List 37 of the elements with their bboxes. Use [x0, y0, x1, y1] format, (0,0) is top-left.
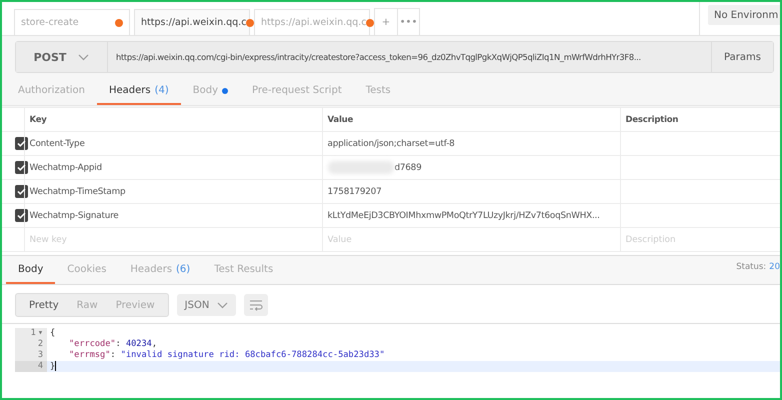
line-number: 3 [38, 350, 43, 361]
checkbox[interactable] [15, 209, 28, 222]
column-header: Value [322, 108, 620, 132]
fold-toggle[interactable]: ▾ [38, 328, 43, 339]
line-number: 4 [38, 361, 43, 372]
wrap-lines-icon [249, 300, 264, 310]
format-dropdown[interactable]: JSON [176, 294, 236, 316]
code-line: { [50, 328, 56, 338]
view-mode-button[interactable]: Pretty [20, 294, 68, 316]
code-line: "errcode": 40234, [69, 339, 157, 349]
header-key[interactable]: Wechatmp-Signature [24, 204, 322, 228]
checkbox[interactable] [15, 161, 28, 174]
header-key[interactable]: Wechatmp-Appid [24, 156, 322, 180]
more-tabs-button[interactable]: ••• [397, 9, 419, 35]
line-number: 1 [30, 328, 36, 339]
header-key[interactable]: Wechatmp-TimeStamp [24, 180, 322, 204]
text-cursor [55, 361, 56, 371]
header-value[interactable]: 1758179207 [322, 180, 620, 204]
checkbox[interactable] [15, 185, 28, 198]
header-value[interactable]: kLtYdMeEjD3CBYOIMhxmwPMoQtrY7LUzyJkrj/HZv7t6oqSnWHX... [322, 204, 620, 228]
wrap-lines-button[interactable] [244, 294, 268, 316]
column-header: Key [24, 108, 322, 132]
chevron-down-icon [217, 302, 228, 308]
status-code: 20 [769, 262, 780, 272]
header-key[interactable]: Content-Type [24, 132, 322, 156]
checkbox[interactable] [15, 137, 28, 150]
column-header: Description [620, 108, 780, 132]
section-tab[interactable]: Headers (4) [96, 78, 181, 105]
environment-dropdown[interactable]: No Environm [708, 5, 780, 25]
response-tab[interactable]: Body [6, 256, 56, 284]
response-tab[interactable]: Headers (6) [118, 256, 202, 284]
code-line: } [50, 361, 56, 372]
header-value[interactable]: application/json;charset=utf-8 [322, 132, 620, 156]
code-line: "errmsg": "invalid signature rid: 68cbafc6-788284cc-5ab23d33" [69, 350, 385, 360]
status-label: Status: [736, 262, 766, 272]
header-value[interactable]: d7689 [394, 162, 422, 172]
line-number: 2 [38, 339, 43, 350]
